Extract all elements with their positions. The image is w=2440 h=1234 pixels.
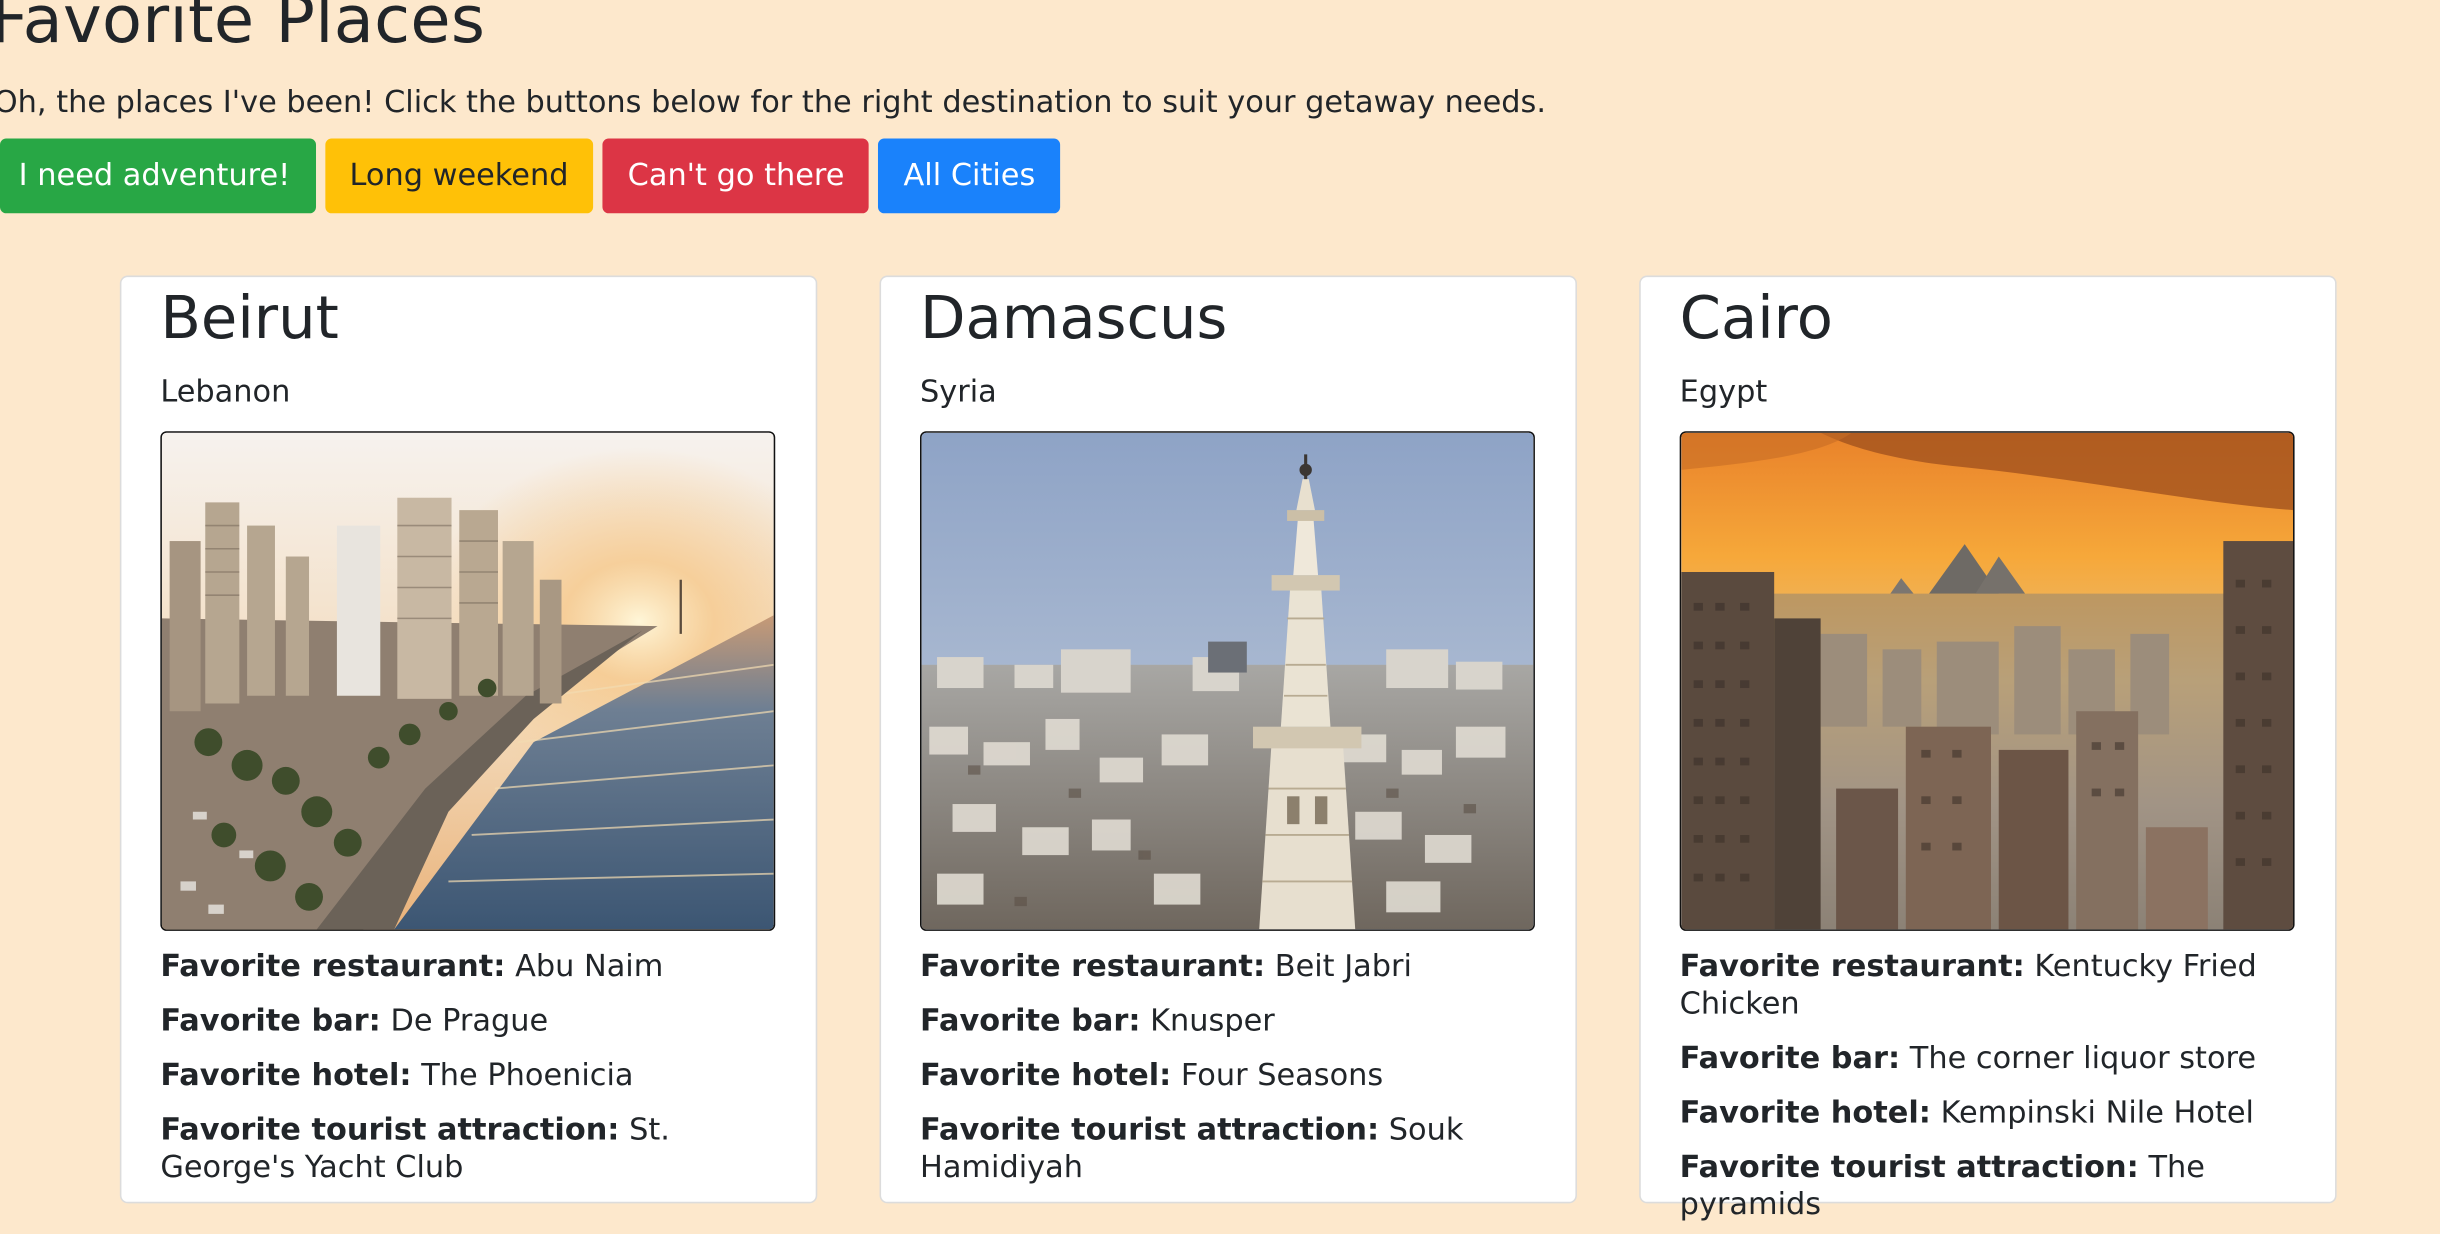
page-title: Favorite Places — [0, 0, 486, 58]
country-name: Lebanon — [160, 373, 291, 410]
fact-bar: Favorite bar: The corner liquor store — [1679, 1039, 2257, 1076]
adventure-button[interactable]: I need adventure! — [0, 138, 316, 214]
city-name: Cairo — [1679, 283, 1833, 352]
cant-go-there-button[interactable]: Can't go there — [602, 138, 870, 214]
city-card-cairo: Cairo Egypt Favorite restaurant: Kentuck… — [1639, 275, 2337, 1222]
city-card-damascus: Damascus Syria Favorite restaurant: Beit… — [879, 275, 1577, 1204]
fact-attraction: Favorite tourist attraction: St. George'… — [160, 1111, 670, 1185]
city-photo-damascus — [920, 431, 1535, 931]
city-name: Beirut — [160, 283, 339, 352]
fact-bar: Favorite bar: De Prague — [160, 1002, 549, 1039]
page: Favorite Places Oh, the places I've been… — [0, 0, 2440, 1234]
fact-hotel: Favorite hotel: The Phoenicia — [160, 1056, 634, 1093]
fact-hotel: Favorite hotel: Four Seasons — [920, 1056, 1384, 1093]
city-name: Damascus — [920, 283, 1228, 352]
city-facts: Favorite restaurant: Abu Naim Favorite b… — [160, 948, 798, 1203]
fact-hotel: Favorite hotel: Kempinski Nile Hotel — [1679, 1094, 2254, 1131]
filter-buttons: I need adventure! Long weekend Can't go … — [0, 138, 1061, 214]
fact-restaurant: Favorite restaurant: Kentucky Fried Chic… — [1679, 948, 2257, 1022]
country-name: Syria — [920, 373, 997, 410]
fact-bar: Favorite bar: Knusper — [920, 1002, 1275, 1039]
city-facts: Favorite restaurant: Beit Jabri Favorite… — [920, 948, 1558, 1203]
fact-restaurant: Favorite restaurant: Beit Jabri — [920, 948, 1412, 984]
fact-attraction: Favorite tourist attraction: The pyramid… — [1679, 1148, 2205, 1223]
country-name: Egypt — [1679, 373, 1768, 410]
fact-attraction: Favorite tourist attraction: Souk Hamidi… — [920, 1111, 1464, 1185]
city-card-beirut: Beirut Lebanon Favorite restaurant: Abu … — [119, 275, 818, 1204]
city-photo-cairo — [1679, 431, 2295, 931]
city-photo-beirut — [160, 431, 776, 931]
city-facts: Favorite restaurant: Kentucky Fried Chic… — [1680, 948, 2318, 1234]
page-subtitle: Oh, the places I've been! Click the butt… — [0, 84, 1546, 120]
all-cities-button[interactable]: All Cities — [878, 138, 1061, 214]
long-weekend-button[interactable]: Long weekend — [324, 138, 594, 214]
fact-restaurant: Favorite restaurant: Abu Naim — [160, 948, 664, 984]
